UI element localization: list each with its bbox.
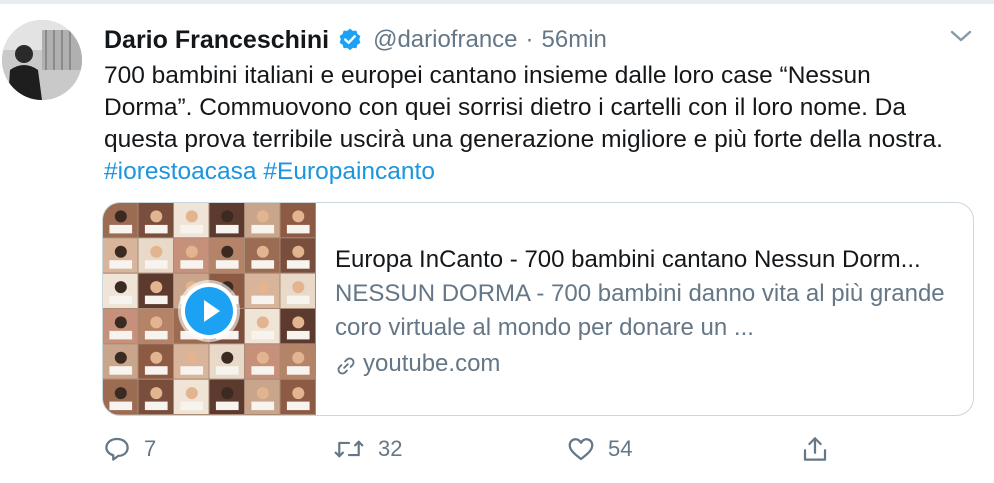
link-icon [335, 353, 357, 375]
share-icon [800, 434, 830, 464]
card-title[interactable]: Europa InCanto - 700 bambini cantano Nes… [335, 243, 955, 277]
tweet-actions: 7 32 54 [0, 430, 994, 470]
chevron-down-icon[interactable] [946, 24, 976, 48]
like-button[interactable]: 54 [566, 434, 632, 464]
hashtag-iorestoacasa[interactable]: #iorestoacasa [104, 158, 257, 185]
reply-icon [102, 434, 132, 464]
retweet-button[interactable]: 32 [332, 434, 402, 464]
tweet-text-content: 700 bambini italiani e europei cantano i… [104, 62, 943, 153]
timestamp[interactable]: 56min [542, 26, 607, 54]
play-icon[interactable] [181, 283, 237, 339]
card-text: Europa InCanto - 700 bambini cantano Nes… [335, 243, 955, 381]
avatar[interactable] [2, 20, 82, 100]
author-name[interactable]: Dario Franceschini [104, 26, 329, 55]
author-handle[interactable]: @dariofrance [373, 26, 517, 54]
reply-button[interactable]: 7 [102, 434, 156, 464]
like-icon [566, 434, 596, 464]
retweet-icon [332, 434, 366, 464]
link-preview-card[interactable]: Europa InCanto - 700 bambini cantano Nes… [102, 202, 974, 416]
tweet-text: 700 bambini italiani e europei cantano i… [104, 60, 964, 188]
card-domain-text: youtube.com [363, 350, 501, 377]
card-domain[interactable]: youtube.com [335, 347, 955, 381]
hashtag-europaincanto[interactable]: #Europaincanto [263, 158, 435, 185]
video-thumbnail[interactable] [103, 203, 316, 415]
retweet-count: 32 [378, 436, 403, 461]
separator-dot: · [525, 26, 534, 53]
reply-count: 7 [144, 436, 157, 461]
verified-badge-icon [337, 27, 363, 53]
tweet[interactable]: Dario Franceschini @dariofrance · 56min … [0, 0, 994, 483]
tweet-header: Dario Franceschini @dariofrance · 56min [104, 22, 607, 58]
share-button[interactable] [800, 434, 830, 464]
like-count: 54 [608, 436, 633, 461]
card-description: NESSUN DORMA - 700 bambini danno vita al… [335, 280, 945, 341]
